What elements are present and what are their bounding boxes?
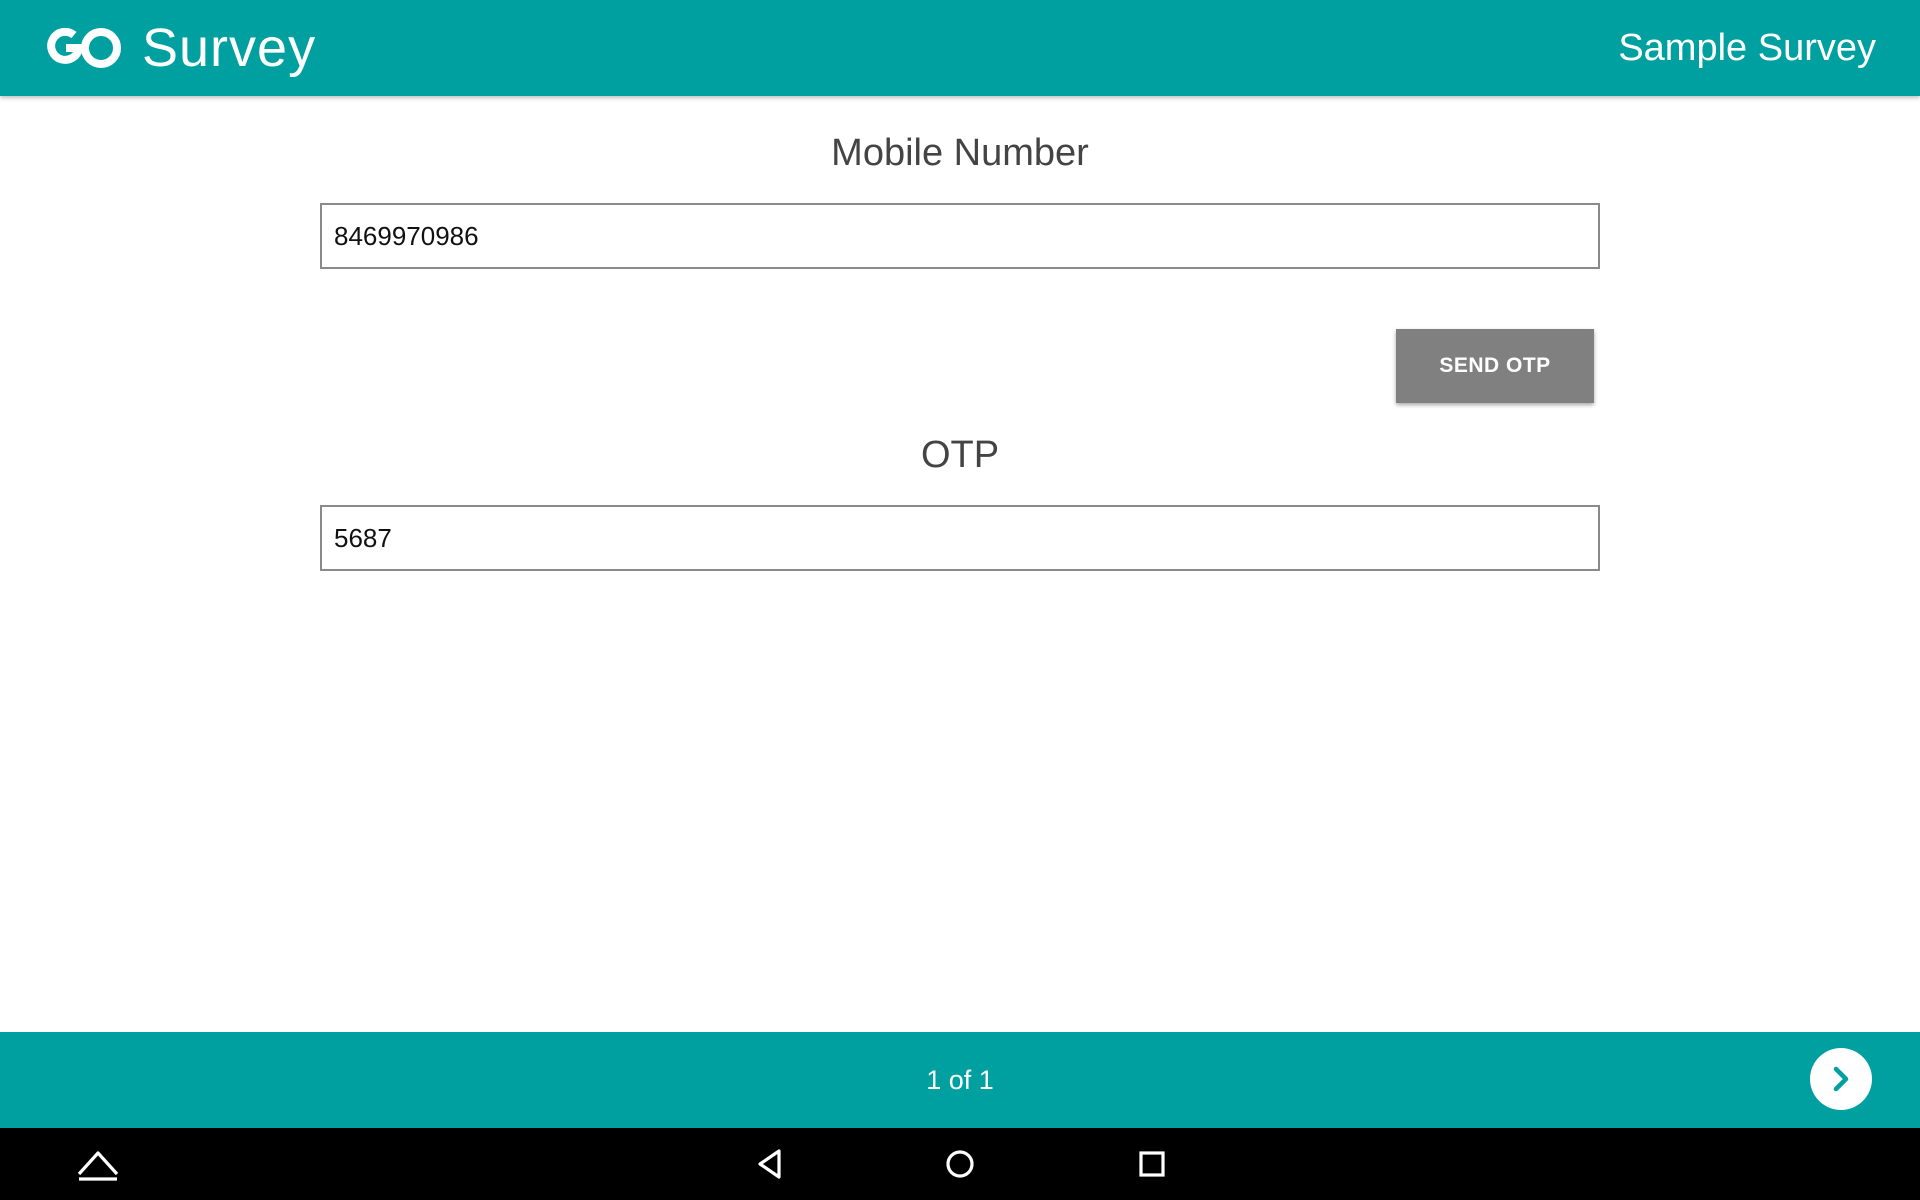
go-logo-icon	[47, 27, 121, 68]
chevron-right-icon	[1833, 1066, 1849, 1092]
otp-input[interactable]	[320, 505, 1600, 571]
mobile-number-label: Mobile Number	[831, 132, 1089, 174]
logo-text: Survey	[142, 18, 317, 78]
next-button[interactable]	[1810, 1048, 1872, 1110]
send-otp-button[interactable]: SEND OTP	[1396, 329, 1594, 403]
keyboard-hide-icon[interactable]	[76, 1144, 120, 1184]
app-header: Survey Sample Survey	[0, 0, 1920, 96]
survey-footer: 1 of 1	[0, 1032, 1920, 1128]
app-logo: Survey	[44, 18, 316, 78]
otp-label: OTP	[920, 434, 1000, 476]
mobile-number-input[interactable]	[320, 203, 1600, 269]
page-indicator: 1 of 1	[926, 1065, 994, 1095]
survey-title: Sample Survey	[1618, 27, 1876, 69]
recents-icon[interactable]	[1132, 1144, 1172, 1184]
system-navigation-bar	[0, 1128, 1920, 1200]
home-icon[interactable]	[940, 1144, 980, 1184]
back-icon[interactable]	[750, 1144, 790, 1184]
